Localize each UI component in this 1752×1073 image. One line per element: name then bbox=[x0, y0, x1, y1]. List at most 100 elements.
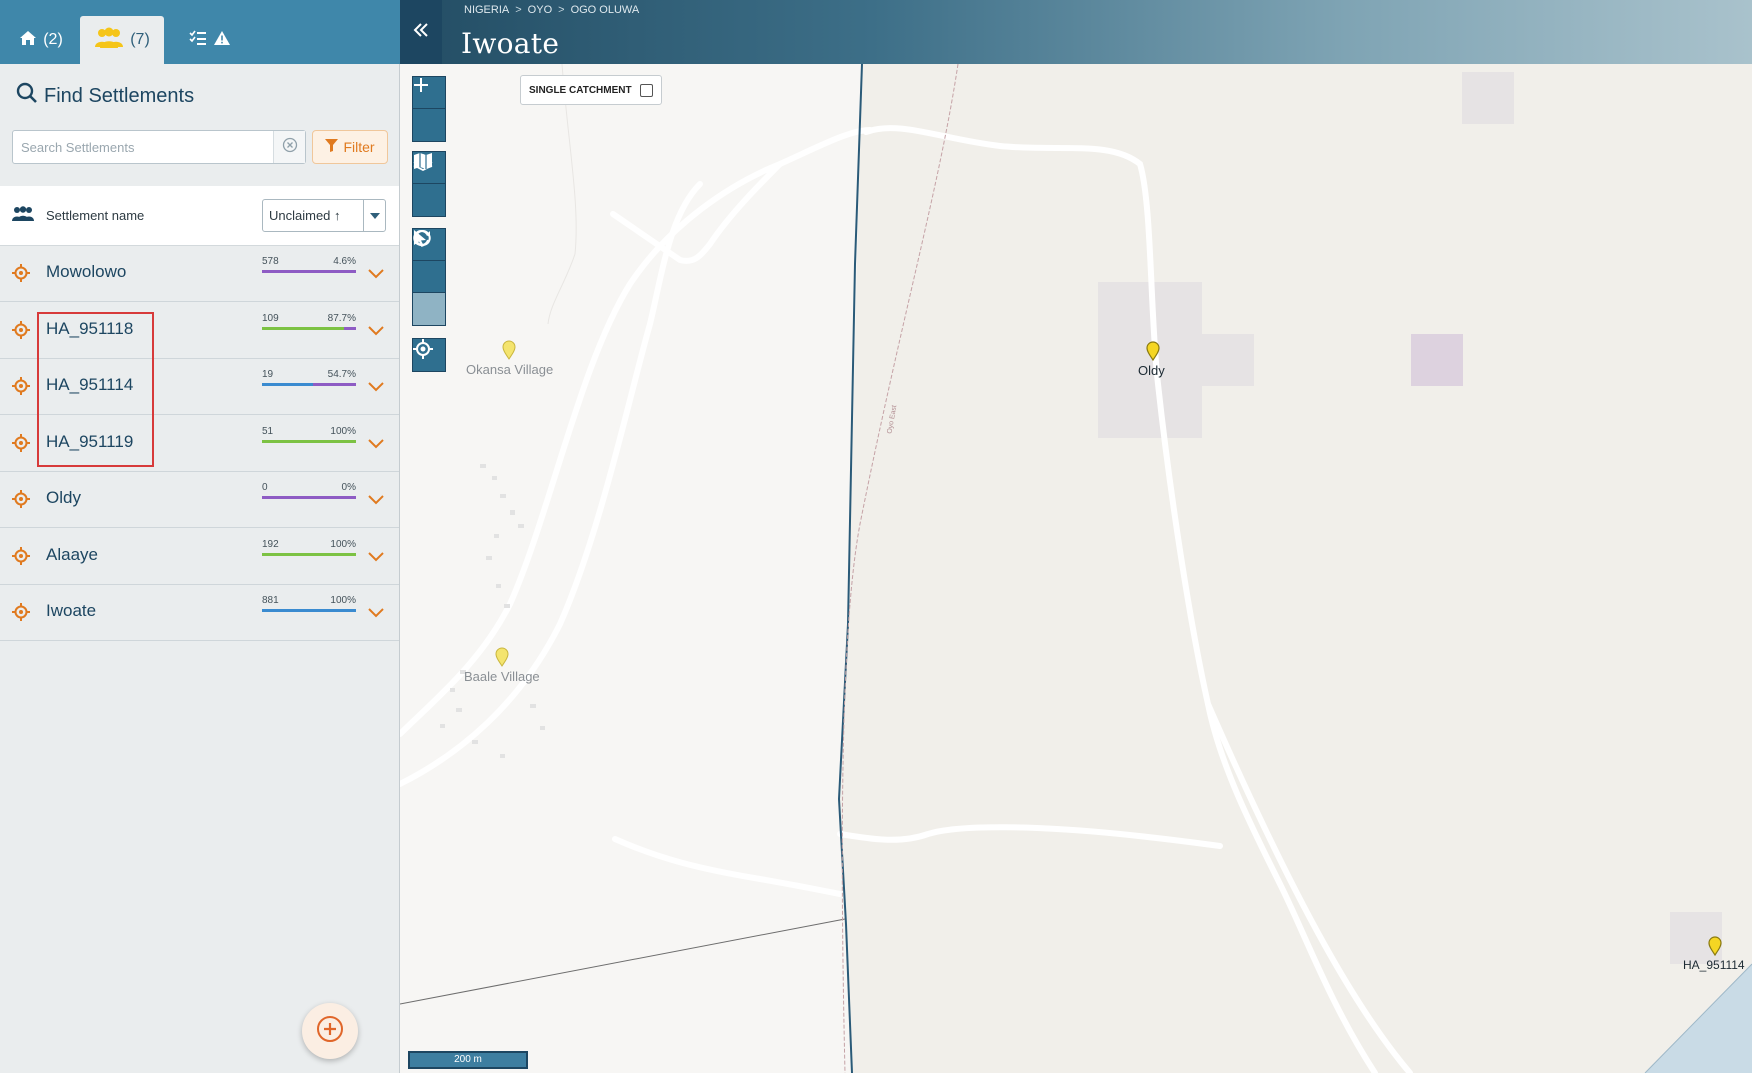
settlement-name-column-label: Settlement name bbox=[46, 208, 145, 223]
search-input[interactable] bbox=[13, 131, 273, 163]
single-catchment-checkbox[interactable] bbox=[639, 83, 653, 97]
settlement-row[interactable]: Alaaye 192 100% bbox=[0, 528, 399, 585]
settlement-percent: 54.7% bbox=[327, 369, 356, 380]
progress-segment bbox=[313, 383, 356, 386]
settlement-name: Alaaye bbox=[46, 544, 98, 564]
tab-settlements-count: (7) bbox=[130, 31, 150, 48]
progress-segment bbox=[262, 383, 314, 386]
add-settlement-button[interactable] bbox=[302, 1003, 358, 1059]
map-canvas bbox=[400, 64, 1752, 1073]
locate-settlement-icon[interactable] bbox=[12, 264, 30, 287]
home-icon bbox=[19, 30, 37, 51]
settlement-row[interactable]: HA_951118 109 87.7% bbox=[0, 302, 399, 359]
locate-settlement-icon[interactable] bbox=[12, 546, 30, 570]
locate-settlement-icon[interactable] bbox=[12, 603, 30, 626]
settlement-percent: 4.6% bbox=[333, 256, 356, 267]
chevron-down-icon[interactable] bbox=[368, 266, 384, 284]
settlement-progress-bar bbox=[262, 326, 356, 330]
building-footprint bbox=[1462, 72, 1514, 124]
chevron-down-icon[interactable] bbox=[368, 605, 384, 623]
map-scale-bar: 200 m bbox=[408, 1051, 528, 1069]
settlement-progress-bar bbox=[262, 383, 356, 386]
settlement-row[interactable]: Oldy 0 0% bbox=[0, 472, 399, 528]
settlement-name: HA_951119 bbox=[46, 431, 134, 451]
settlement-percent: 87.7% bbox=[327, 312, 356, 324]
checklist-icon bbox=[189, 30, 207, 51]
settlement-percent: 100% bbox=[330, 538, 356, 550]
settlement-row[interactable]: HA_951114 19 54.7% bbox=[0, 359, 399, 415]
layer-controls bbox=[412, 151, 446, 217]
find-settlements-title: Find Settlements bbox=[16, 82, 194, 110]
warning-icon bbox=[213, 30, 231, 51]
okansa-village-label: Okansa Village bbox=[466, 362, 554, 377]
basemap-button[interactable] bbox=[413, 153, 445, 216]
settlement-list-header: Settlement name Unclaimed ↑ bbox=[0, 186, 399, 246]
people-icon bbox=[94, 27, 124, 54]
tab-settlements[interactable]: (7) bbox=[80, 16, 164, 64]
settlement-progress-bar bbox=[262, 496, 356, 499]
chevron-down-icon[interactable] bbox=[368, 379, 384, 397]
zoom-out-button[interactable] bbox=[413, 84, 445, 141]
chevron-down-icon[interactable] bbox=[368, 492, 384, 510]
progress-segment bbox=[262, 496, 356, 499]
locate-settlement-icon[interactable] bbox=[12, 433, 30, 457]
progress-segment bbox=[262, 439, 356, 443]
settlement-row[interactable]: Mowolowo 578 4.6% bbox=[0, 246, 399, 302]
breadcrumb-item[interactable]: NIGERIA bbox=[464, 4, 509, 16]
settlement-percent: 100% bbox=[330, 595, 356, 606]
redo-button[interactable] bbox=[413, 230, 445, 325]
admin-boundary bbox=[400, 918, 846, 1005]
settlement-name: HA_951118 bbox=[46, 318, 134, 338]
settlement-name: HA_951114 bbox=[46, 375, 134, 394]
chevron-down-icon[interactable] bbox=[368, 323, 384, 341]
progress-segment bbox=[262, 609, 356, 612]
chevron-down-icon[interactable] bbox=[368, 549, 384, 567]
baale-village-label: Baale Village bbox=[464, 669, 540, 684]
settlement-name: Oldy bbox=[46, 488, 81, 507]
breadcrumb-item[interactable]: OYO bbox=[528, 4, 552, 16]
collapse-sidebar-button[interactable] bbox=[400, 0, 442, 64]
clear-search-button[interactable] bbox=[273, 131, 305, 163]
locate-settlement-icon[interactable] bbox=[12, 320, 30, 344]
search-box bbox=[12, 130, 306, 164]
tab-tasks-alerts[interactable] bbox=[170, 16, 250, 64]
building-footprint bbox=[1411, 334, 1463, 386]
locate-button[interactable] bbox=[413, 339, 445, 371]
settlement-progress-bar bbox=[262, 609, 356, 612]
undo-button[interactable] bbox=[413, 230, 445, 293]
ha951114-map-label: HA_951114 bbox=[1683, 958, 1745, 972]
sidebar: (2) (7) Find Settlements Search Settleme… bbox=[0, 0, 400, 1073]
progress-segment bbox=[262, 270, 356, 273]
settlement-name: Iwoate bbox=[46, 601, 97, 620]
breadcrumb: NIGERIA > OYO > OGO OLUWA bbox=[464, 4, 639, 16]
village-buildings bbox=[440, 464, 545, 758]
progress-segment bbox=[262, 552, 356, 556]
breadcrumb-separator: > bbox=[558, 4, 565, 16]
tab-households-count: (2) bbox=[43, 31, 63, 48]
search-icon bbox=[16, 82, 38, 110]
sort-select[interactable]: Unclaimed ↑ bbox=[262, 199, 386, 232]
settlement-row[interactable]: Iwoate 881 100% bbox=[0, 585, 399, 641]
settlement-percent: 0% bbox=[341, 482, 356, 493]
clear-icon bbox=[282, 137, 298, 158]
settlement-progress-bar bbox=[262, 439, 356, 443]
settlement-name: Mowolowo bbox=[46, 262, 127, 281]
tab-households[interactable]: (2) bbox=[10, 16, 72, 64]
building-footprint bbox=[1098, 334, 1254, 386]
map-view[interactable]: SINGLE CATCHMENT Okansa Village Baale Vi… bbox=[400, 64, 1752, 1073]
settlement-percent: 100% bbox=[330, 425, 356, 437]
dropdown-arrow-icon[interactable] bbox=[363, 200, 385, 231]
single-catchment-label: SINGLE CATCHMENT bbox=[529, 84, 632, 96]
single-catchment-toggle[interactable]: SINGLE CATCHMENT bbox=[520, 75, 662, 105]
settlement-progress-bar bbox=[262, 270, 356, 273]
breadcrumb-item[interactable]: OGO OLUWA bbox=[571, 4, 640, 16]
sidebar-tabbar: (2) (7) bbox=[0, 0, 400, 64]
sort-select-value: Unclaimed ↑ bbox=[269, 208, 341, 223]
locate-controls bbox=[412, 338, 446, 372]
chevron-down-icon[interactable] bbox=[368, 436, 384, 454]
settlement-row[interactable]: HA_951119 51 100% bbox=[0, 415, 399, 472]
filter-button[interactable]: Filter bbox=[312, 130, 388, 164]
locate-settlement-icon[interactable] bbox=[12, 490, 30, 513]
edit-controls bbox=[412, 228, 446, 326]
locate-settlement-icon[interactable] bbox=[12, 377, 30, 400]
